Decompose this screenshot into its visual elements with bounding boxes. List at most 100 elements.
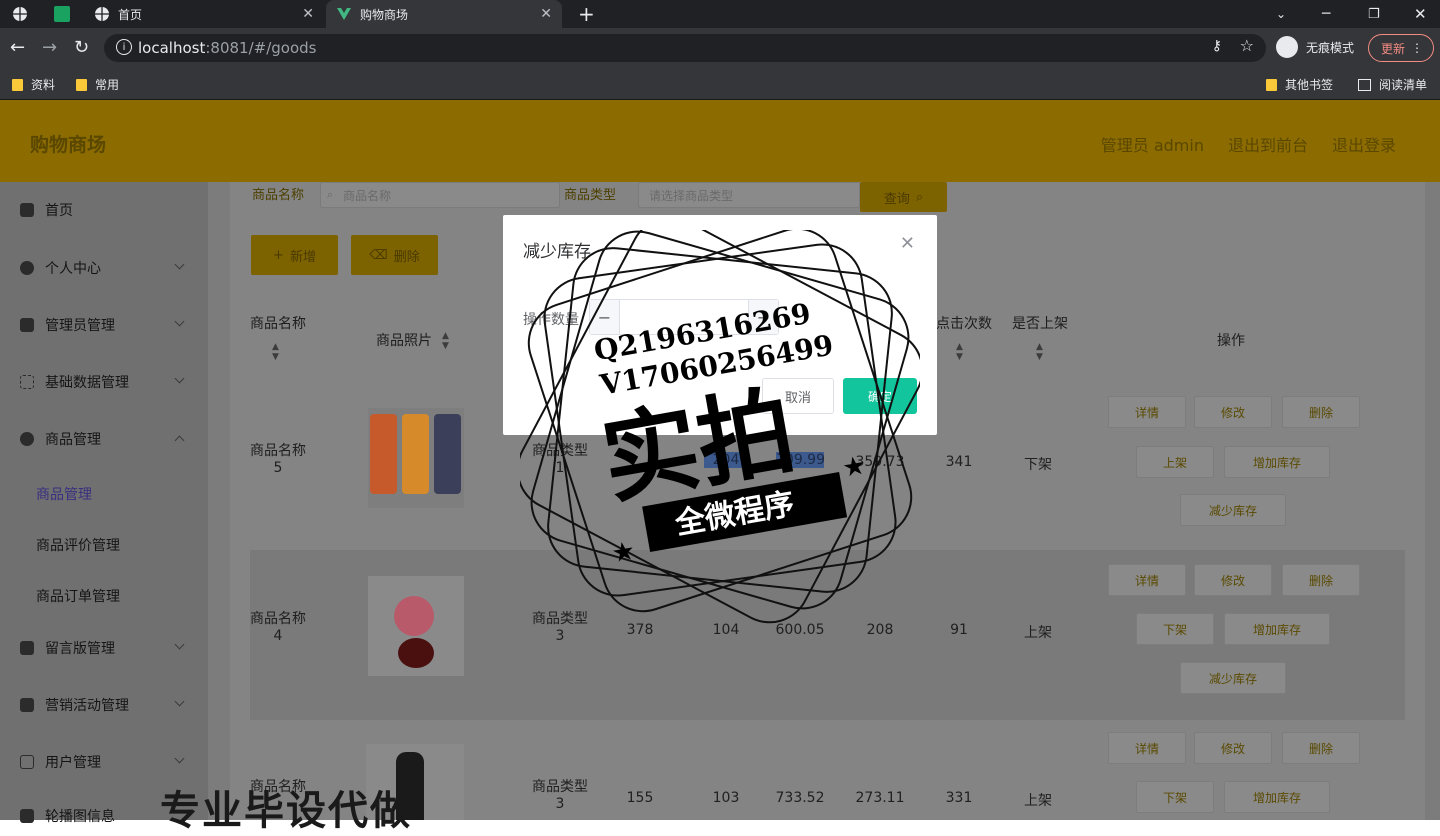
chevron-down-icon <box>174 316 185 327</box>
detail-button[interactable]: 详情 <box>1108 396 1186 428</box>
edit-button[interactable]: 修改 <box>1194 396 1272 428</box>
phone-image <box>434 414 461 494</box>
tab-shop[interactable]: 购物商场 ✕ <box>326 0 562 28</box>
star-icon[interactable]: ☆ <box>1240 36 1254 55</box>
unlist-button[interactable]: 下架 <box>1136 613 1214 645</box>
col-header-listed[interactable]: 是否上架 <box>1012 313 1068 333</box>
globe-icon[interactable] <box>12 0 38 28</box>
sidebar-item-admins[interactable]: 管理员管理 <box>0 305 208 345</box>
reading-list[interactable]: 阅读清单 <box>1358 76 1427 93</box>
sidebar-item-users[interactable]: 用户管理 <box>0 742 208 782</box>
sidebar-label: 管理员管理 <box>45 318 115 334</box>
sidebar-item-campaigns[interactable]: 营销活动管理 <box>0 685 208 725</box>
sidebar-subitem-orders[interactable]: 商品订单管理 <box>36 586 120 606</box>
search-name-label: 商品名称 <box>252 188 305 203</box>
folder-icon <box>76 78 87 91</box>
search-icon: ⌕ <box>915 189 924 205</box>
delete-button[interactable]: ⌫ 删除 <box>351 235 438 275</box>
list-button[interactable]: 上架 <box>1136 446 1214 478</box>
reload-icon[interactable]: ↻ <box>74 37 89 59</box>
sort-icon[interactable]: ▲ ▼ <box>1036 342 1043 362</box>
admin-link[interactable]: 管理员 admin <box>1101 132 1204 156</box>
action-label: 增加库存 <box>1252 622 1301 637</box>
forward-icon[interactable]: → <box>42 37 57 59</box>
sidebar-label: 基础数据管理 <box>45 375 129 391</box>
bookmark-label: 其他书签 <box>1285 78 1334 92</box>
info-icon[interactable]: i <box>116 39 132 55</box>
bookmark-folder[interactable]: 常用 <box>76 76 119 93</box>
sidebar-label: 轮播图信息 <box>45 809 115 825</box>
minimize-icon[interactable]: ─ <box>1322 0 1330 28</box>
window-close-icon[interactable]: ✕ <box>1414 0 1427 28</box>
col-header-name[interactable]: 商品名称 <box>250 313 306 333</box>
url-field[interactable]: i localhost:8081/#/goods ⚷ ☆ <box>104 34 1266 62</box>
cell-status: 下架 <box>1024 457 1052 473</box>
add-stock-button[interactable]: 增加库存 <box>1224 613 1330 645</box>
detail-button[interactable]: 详情 <box>1108 564 1186 596</box>
sidebar-label: 个人中心 <box>45 261 101 277</box>
sidebar-item-basedata[interactable]: 基础数据管理 <box>0 362 208 402</box>
bookmark-label: 阅读清单 <box>1379 78 1428 92</box>
action-label: 删除 <box>1308 573 1333 588</box>
front-link[interactable]: 退出到前台 <box>1228 132 1308 156</box>
incognito-badge[interactable]: 无痕模式 <box>1276 36 1354 58</box>
sort-icon[interactable]: ▲ ▼ <box>272 342 279 362</box>
close-icon[interactable]: ✕ <box>302 6 314 22</box>
add-stock-button[interactable]: 增加库存 <box>1224 446 1330 478</box>
other-bookmarks[interactable]: 其他书签 <box>1266 76 1333 93</box>
chevron-up-icon <box>174 435 185 446</box>
close-icon[interactable]: ✕ <box>540 6 552 22</box>
vue-icon <box>337 8 351 20</box>
action-label: 修改 <box>1220 741 1245 756</box>
browser-tab-strip: 首页 ✕ 购物商场 ✕ + ⌄ ─ ❐ ✕ <box>0 0 1440 28</box>
edit-button[interactable]: 修改 <box>1194 564 1272 596</box>
sidebar-item-messages[interactable]: 留言版管理 <box>0 628 208 668</box>
menu-icon: ⋮ <box>1411 41 1423 55</box>
sidebar-item-goods[interactable]: 商品管理 <box>0 419 208 459</box>
unlist-button[interactable]: 下架 <box>1136 781 1214 813</box>
key-icon[interactable]: ⚷ <box>1212 38 1222 54</box>
app-favicon-icon[interactable] <box>54 0 80 28</box>
bookmark-folder[interactable]: 资料 <box>12 76 55 93</box>
reduce-stock-button[interactable]: 减少库存 <box>1180 662 1286 694</box>
detail-button[interactable]: 详情 <box>1108 732 1186 764</box>
cell-name: 商品名称 5 <box>250 443 306 476</box>
query-button[interactable]: 查询 ⌕ <box>860 182 947 212</box>
type-select[interactable]: 请选择商品类型 <box>638 182 860 208</box>
logout-link[interactable]: 退出登录 <box>1332 132 1396 156</box>
action-label: 详情 <box>1134 405 1159 420</box>
sidebar-item-profile[interactable]: 个人中心 <box>0 248 208 288</box>
action-label: 增加库存 <box>1252 455 1301 470</box>
sidebar-item-home[interactable]: 首页 <box>0 190 208 230</box>
reduce-stock-button[interactable]: 减少库存 <box>1180 494 1286 526</box>
sort-icon[interactable]: ▲ ▼ <box>956 342 963 362</box>
chevron-down-icon <box>174 259 185 270</box>
action-label: 修改 <box>1220 405 1245 420</box>
action-label: 减少库存 <box>1208 503 1257 518</box>
add-button[interactable]: + 新增 <box>251 235 338 275</box>
tab-home[interactable]: 首页 ✕ <box>84 0 324 28</box>
back-icon[interactable]: ← <box>10 37 25 59</box>
col-header-clicks[interactable]: 点击次数 <box>936 313 992 333</box>
edit-button[interactable]: 修改 <box>1194 732 1272 764</box>
video-caption: 专业毕设代做 <box>160 788 412 834</box>
name-search-input[interactable]: ⌕ 商品名称 <box>320 182 560 208</box>
user-icon <box>20 432 34 446</box>
action-label: 下架 <box>1162 790 1187 805</box>
new-tab-icon[interactable]: + <box>578 0 598 28</box>
sidebar-subitem-goods[interactable]: 商品管理 <box>36 484 92 504</box>
restore-icon[interactable]: ❐ <box>1368 0 1380 28</box>
row-delete-button[interactable]: 删除 <box>1282 396 1360 428</box>
sort-icon[interactable]: ▲ ▼ <box>442 331 449 351</box>
col-header-photo[interactable]: 商品照片 <box>376 330 432 350</box>
tab-search-icon[interactable]: ⌄ <box>1276 0 1286 28</box>
sidebar-label: 用户管理 <box>45 755 101 771</box>
sidebar-subitem-reviews[interactable]: 商品评价管理 <box>36 535 120 555</box>
update-button[interactable]: 更新 ⋮ <box>1368 34 1434 62</box>
col-header-actions: 操作 <box>1217 333 1245 349</box>
row-delete-button[interactable]: 删除 <box>1282 564 1360 596</box>
add-stock-button[interactable]: 增加库存 <box>1224 781 1330 813</box>
action-label: 下架 <box>1162 622 1187 637</box>
row-delete-button[interactable]: 删除 <box>1282 732 1360 764</box>
action-label: 删除 <box>1308 405 1333 420</box>
